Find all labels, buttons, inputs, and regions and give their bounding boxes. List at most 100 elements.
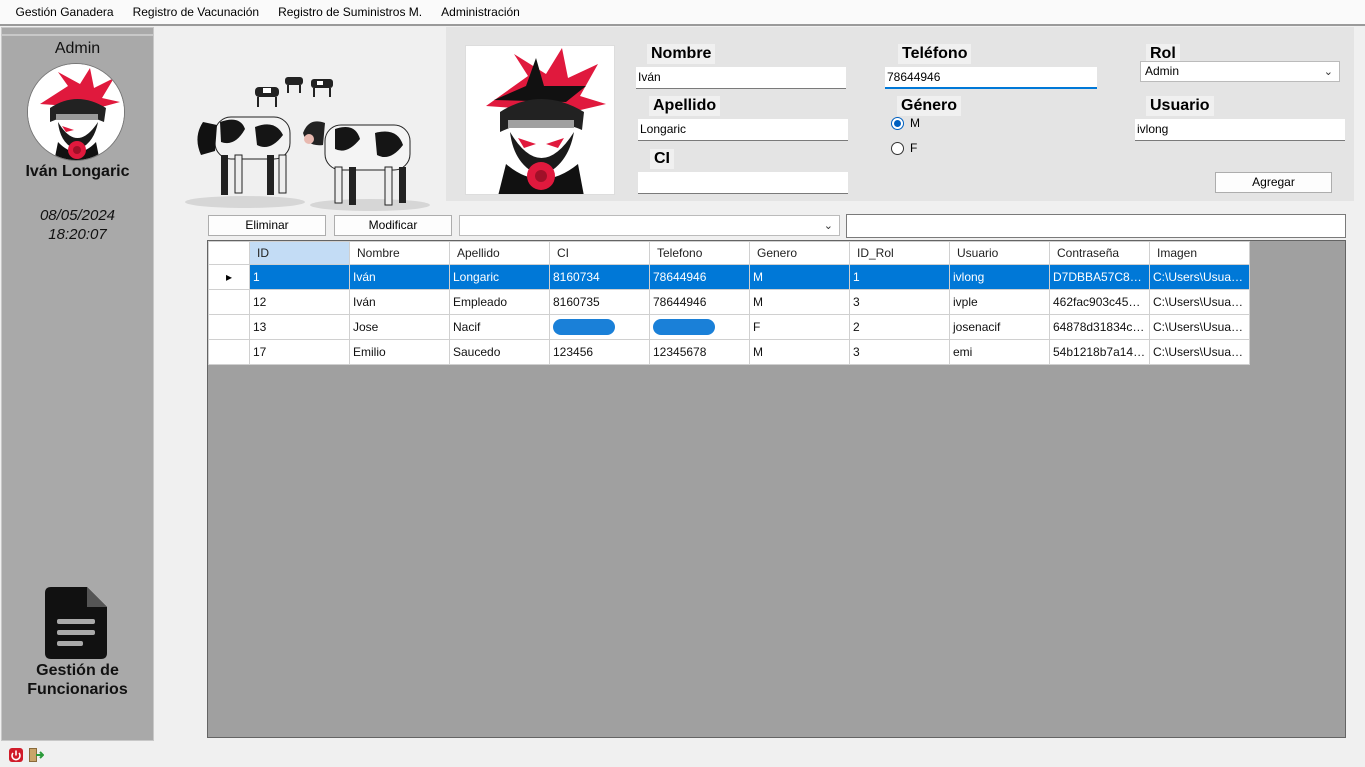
table-cell[interactable]: C:\Users\Usuari... [1149,339,1250,365]
row-header[interactable] [208,339,250,365]
table-cell[interactable]: Iván [349,264,450,290]
table-cell[interactable]: 78644946 [649,264,750,290]
table-cell[interactable]: C:\Users\Usuari... [1149,264,1250,290]
nombre-field[interactable]: Iván [636,67,846,89]
column-header-id[interactable]: ID [249,241,350,265]
table-cell[interactable]: emi [949,339,1050,365]
telefono-field[interactable]: 78644946 [885,67,1097,89]
table-cell[interactable] [549,314,650,340]
row-header[interactable] [208,289,250,315]
table-cell[interactable]: Empleado [449,289,550,315]
user-role: Admin [54,40,101,57]
filter-select[interactable]: ⌄ [459,215,840,236]
table-cell[interactable]: Emilio [349,339,450,365]
menu-separator [0,24,1365,26]
column-header-contrasena[interactable]: Contraseña [1049,241,1150,265]
data-grid[interactable]: ID Nombre Apellido CI Telefono Genero ID… [207,240,1346,738]
module-label[interactable]: Gestión de Funcionarios [2,661,153,699]
module-label-line2: Funcionarios [27,681,128,698]
table-cell[interactable]: ivlong [949,264,1050,290]
table-cell[interactable]: ivple [949,289,1050,315]
column-header-imagen[interactable]: Imagen [1149,241,1250,265]
column-header-apellido[interactable]: Apellido [449,241,550,265]
table-cell[interactable]: 3 [849,289,950,315]
genero-radio-m[interactable]: M [891,116,920,130]
user-name: Iván Longaric [25,163,130,180]
table-cell[interactable]: C:\Users\Usuari... [1149,314,1250,340]
table-cell[interactable]: 3 [849,339,950,365]
apellido-field[interactable]: Longaric [638,119,848,141]
table-cell[interactable]: 12345678 [649,339,750,365]
column-header-genero[interactable]: Genero [749,241,850,265]
radio-unchecked-icon [891,141,904,155]
table-cell[interactable]: F [749,314,850,340]
table-cell[interactable]: 123456 [549,339,650,365]
column-header-id-rol[interactable]: ID_Rol [849,241,950,265]
menu-administracion[interactable]: Administración [432,0,530,24]
column-header-ci[interactable]: CI [549,241,650,265]
table-header-row: ID Nombre Apellido CI Telefono Genero ID… [208,241,1250,265]
cows-image [185,67,435,212]
table-row[interactable]: 17 Emilio Saucedo 123456 12345678 M 3 em… [208,339,1250,365]
modificar-button[interactable]: Modificar [334,215,452,236]
search-input[interactable] [846,214,1346,238]
table-cell[interactable]: 1 [849,264,950,290]
current-date: 08/05/2024 [39,207,116,224]
table-cell[interactable]: Saucedo [449,339,550,365]
redaction-scribble [653,319,715,335]
avatar [27,63,125,161]
menu-gestion-ganadera[interactable]: Gestión Ganadera [6,0,123,24]
column-header-usuario[interactable]: Usuario [949,241,1050,265]
table-cell[interactable]: 12 [249,289,350,315]
menu-bar: Gestión Ganadera Registro de Vacunación … [0,0,1365,24]
genero-radio-m-label: M [910,116,920,130]
ci-field[interactable] [638,172,848,194]
table-row[interactable]: 13 Jose Nacif F 2 josenacif 64878d31834c… [208,314,1250,340]
menu-registro-suministros[interactable]: Registro de Suministros M. [269,0,432,24]
table-cell[interactable]: 54b1218b7a142... [1049,339,1150,365]
user-photo[interactable] [465,45,615,195]
eliminar-button[interactable]: Eliminar [208,215,326,236]
rol-select[interactable]: Admin ⌄ [1140,61,1340,82]
exit-icon[interactable] [28,748,45,762]
table-cell[interactable]: Nacif [449,314,550,340]
table-cell[interactable]: C:\Users\Usuari... [1149,289,1250,315]
module-label-line1: Gestión de [36,662,119,679]
table-cell[interactable]: M [749,264,850,290]
table-cell[interactable]: Jose [349,314,450,340]
agregar-button[interactable]: Agregar [1215,172,1332,193]
row-header[interactable] [208,314,250,340]
document-icon[interactable] [45,587,107,659]
table-row[interactable]: ▸ 1 Iván Longaric 8160734 78644946 M 1 i… [208,264,1250,290]
table-row[interactable]: 12 Iván Empleado 8160735 78644946 M 3 iv… [208,289,1250,315]
usuario-label: Usuario [1146,96,1214,116]
table-cell[interactable]: 462fac903c45b0... [1049,289,1150,315]
table-cell[interactable]: 8160734 [549,264,650,290]
genero-radio-f[interactable]: F [891,141,917,155]
table-cell[interactable]: 78644946 [649,289,750,315]
users-table: ID Nombre Apellido CI Telefono Genero ID… [208,241,1250,365]
power-icon[interactable] [9,748,23,762]
column-header-telefono[interactable]: Telefono [649,241,750,265]
table-cell[interactable]: Longaric [449,264,550,290]
menu-registro-vacunacion[interactable]: Registro de Vacunación [123,0,269,24]
table-cell[interactable]: Iván [349,289,450,315]
usuario-field[interactable]: ivlong [1135,119,1345,141]
table-cell[interactable]: M [749,289,850,315]
table-cell[interactable]: 17 [249,339,350,365]
current-time: 18:20:07 [48,226,107,243]
table-cell[interactable]: 13 [249,314,350,340]
table-cell[interactable]: D7DBBA57C8B... [1049,264,1150,290]
table-cell[interactable]: 1 [249,264,350,290]
table-cell[interactable]: josenacif [949,314,1050,340]
ci-label: CI [650,149,674,169]
status-bar [0,742,1365,767]
telefono-label: Teléfono [898,44,972,64]
table-cell[interactable]: 8160735 [549,289,650,315]
column-header-nombre[interactable]: Nombre [349,241,450,265]
table-cell[interactable]: 64878d31834c3... [1049,314,1150,340]
table-cell[interactable]: M [749,339,850,365]
row-selected-icon[interactable]: ▸ [208,264,250,290]
table-cell[interactable]: 2 [849,314,950,340]
table-cell[interactable] [649,314,750,340]
